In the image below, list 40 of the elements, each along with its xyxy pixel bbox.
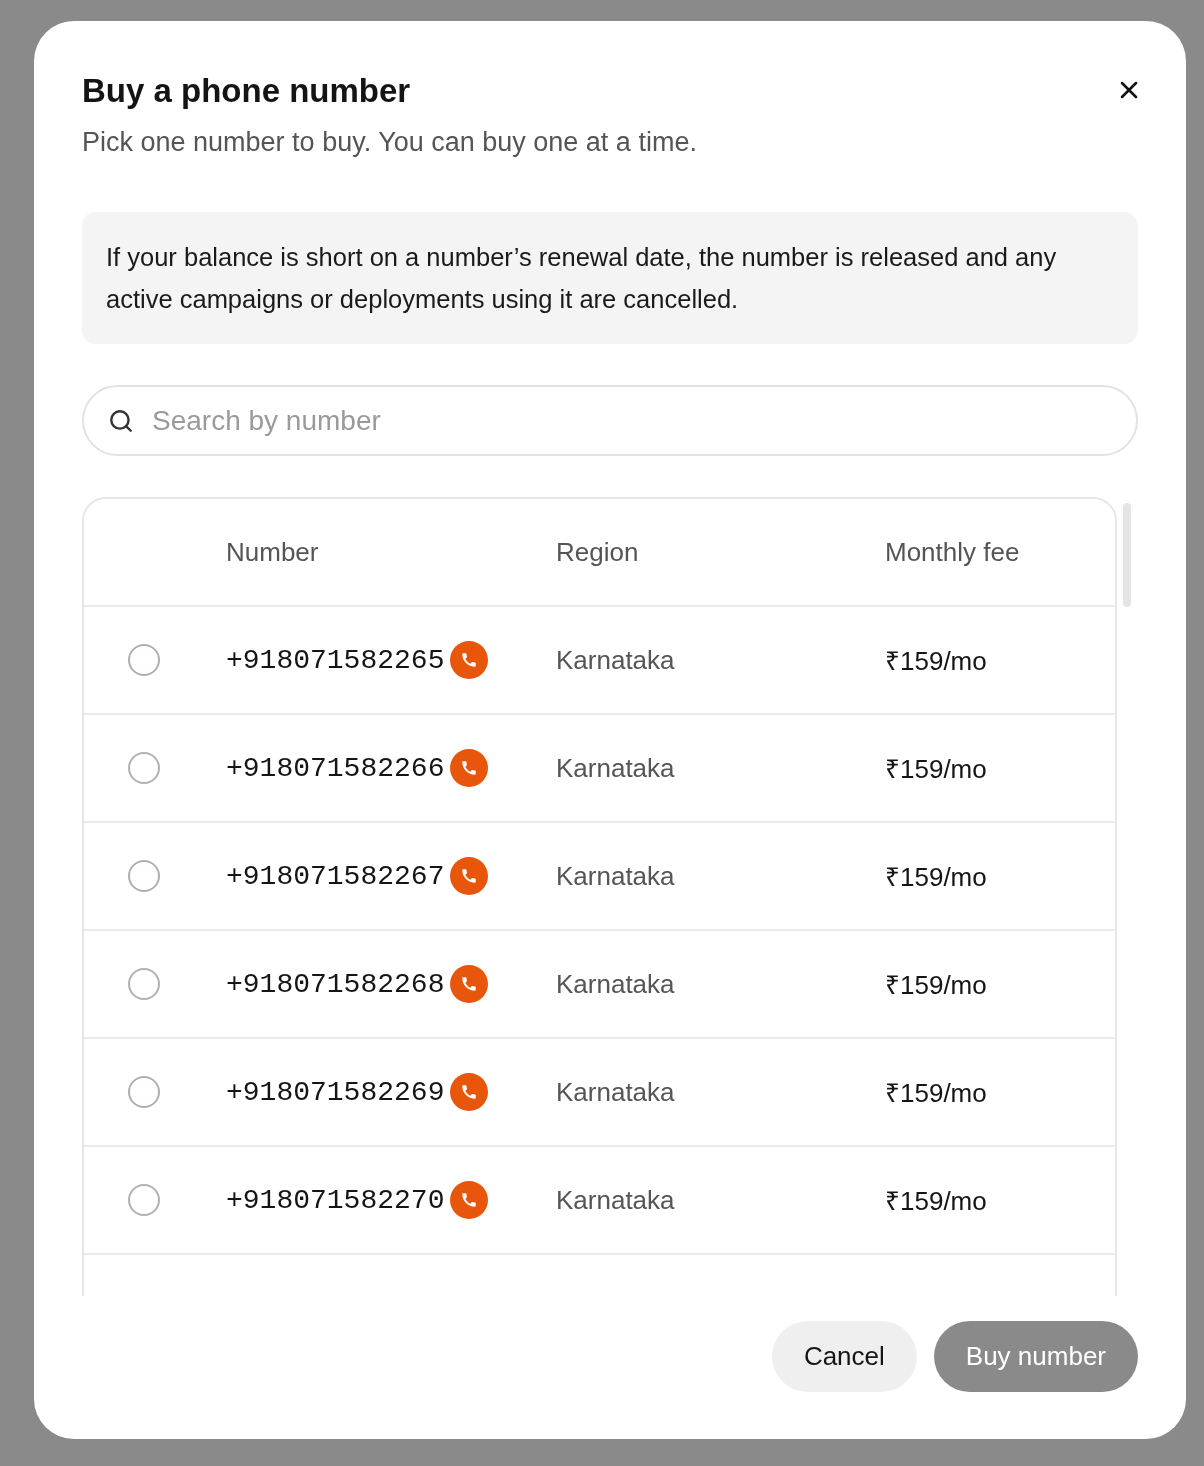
radio-button[interactable] <box>128 860 160 892</box>
dialog-title: Buy a phone number <box>82 71 412 111</box>
phone-icon[interactable] <box>450 749 489 787</box>
radio-button[interactable] <box>128 752 160 784</box>
phone-number: +918071582270 <box>226 1184 445 1216</box>
radio-button[interactable] <box>128 644 160 676</box>
dialog-subtitle: Pick one number to buy. You can buy one at a time. <box>82 126 697 159</box>
radio-button[interactable] <box>128 968 160 1000</box>
phone-number: +918071582265 <box>226 644 445 676</box>
radio-button[interactable] <box>128 1076 160 1108</box>
phone-icon[interactable] <box>450 1073 489 1111</box>
column-header: Monthly fee <box>885 536 1020 568</box>
monthly-fee: ₹159/mo <box>885 1185 987 1218</box>
region-text: Karnataka <box>556 752 675 784</box>
phone-icon[interactable] <box>450 857 489 895</box>
region-text: Karnataka <box>556 644 675 676</box>
column-header: Number <box>226 536 319 568</box>
region-text: Karnataka <box>556 1184 675 1216</box>
column-header: Region <box>556 536 639 568</box>
search-icon <box>108 408 134 434</box>
monthly-fee: ₹159/mo <box>885 645 987 678</box>
radio-button[interactable] <box>128 1184 160 1216</box>
phone-number: +918071582266 <box>226 752 445 784</box>
phone-number: +918071582269 <box>226 1076 445 1108</box>
scrollbar-thumb[interactable] <box>1123 503 1131 607</box>
monthly-fee: ₹159/mo <box>885 753 987 786</box>
region-text: Karnataka <box>556 1076 675 1108</box>
notice-text: If your balance is short on a number’s renewal date, the number is released and any active campaigns or deployments using it are cancelled. <box>106 242 1058 315</box>
phone-icon[interactable] <box>450 641 489 679</box>
monthly-fee: ₹159/mo <box>885 1077 987 1110</box>
search-field[interactable]: Search by number <box>82 385 1138 456</box>
phone-icon[interactable] <box>450 965 489 1003</box>
phone-icon[interactable] <box>450 1181 489 1219</box>
phone-number: +918071582267 <box>226 860 445 892</box>
region-text: Karnataka <box>556 860 675 892</box>
monthly-fee: ₹159/mo <box>885 969 987 1002</box>
phone-number: +918071582268 <box>226 968 445 1000</box>
monthly-fee: ₹159/mo <box>885 861 987 894</box>
region-text: Karnataka <box>556 968 675 1000</box>
cancel-button[interactable]: Cancel <box>771 1321 917 1392</box>
